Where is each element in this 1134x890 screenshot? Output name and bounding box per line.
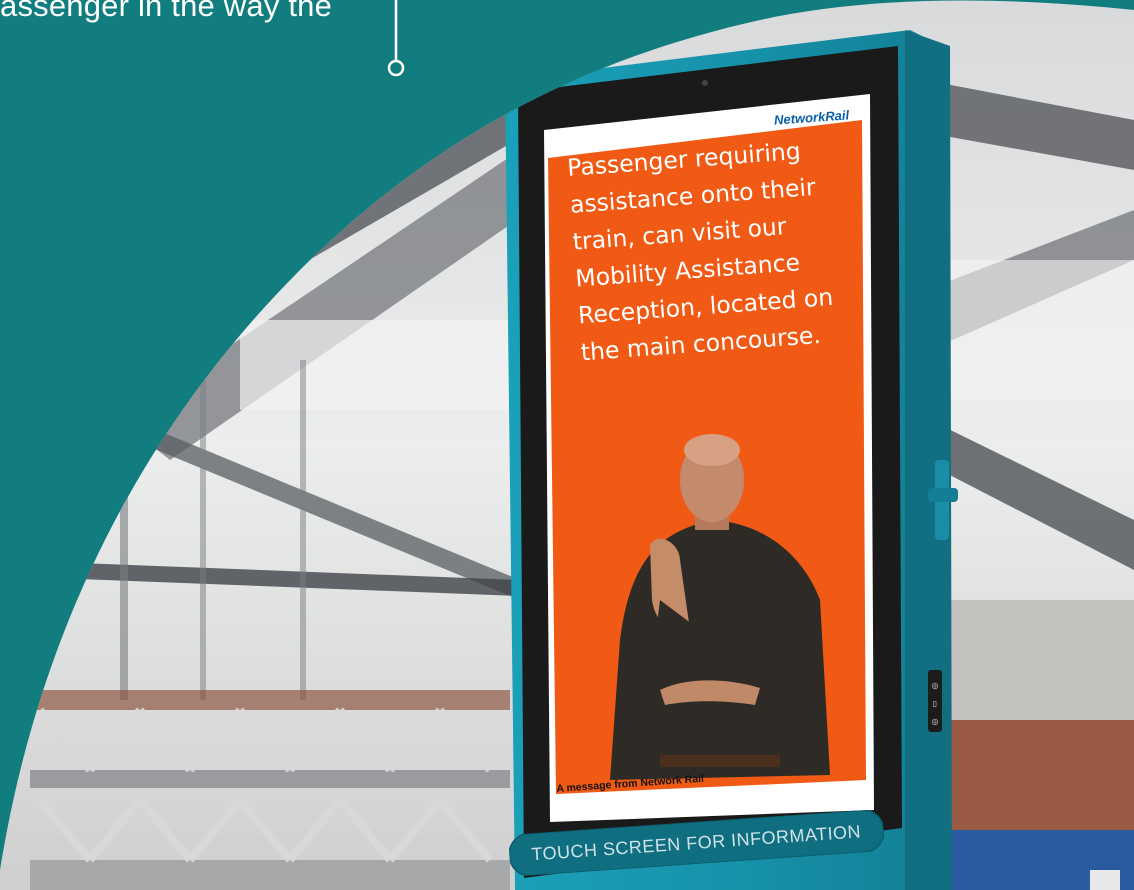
svg-text:◎: ◎ — [932, 717, 939, 726]
svg-text:▯: ▯ — [933, 699, 937, 708]
station-photo: ◎ ▯ ◎ — [0, 0, 1134, 890]
caption-text-fragment: assenger in the way the — [0, 0, 333, 23]
svg-text:◎: ◎ — [932, 681, 939, 690]
connector-pin-icon — [387, 0, 405, 77]
kiosk-message: Passenger requiring assistance onto thei… — [566, 129, 871, 372]
